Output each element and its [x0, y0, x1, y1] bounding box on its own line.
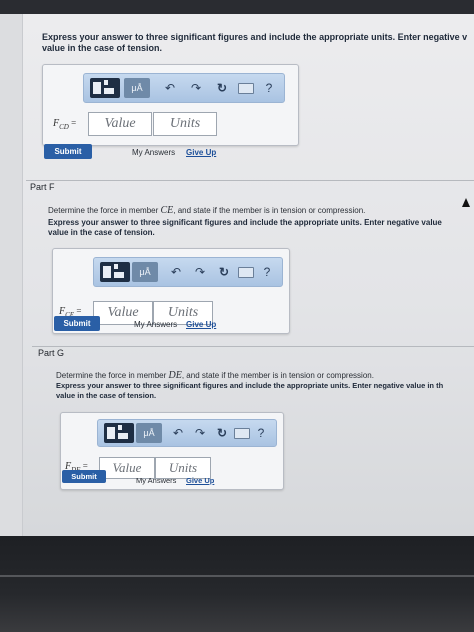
section-divider — [26, 180, 474, 181]
part-f-equation-toolbar: μÅ ↶ ↷ ↻ ? — [93, 257, 283, 287]
part-g-description: Determine the force in member DE, and st… — [56, 370, 374, 381]
mouse-cursor-icon — [462, 198, 470, 207]
part-e-give-up-link[interactable]: Give Up — [186, 148, 216, 157]
reset-icon[interactable]: ↻ — [216, 262, 232, 282]
keyboard-icon[interactable] — [238, 267, 254, 278]
keyboard-icon[interactable] — [238, 83, 254, 94]
part-g-submit-button[interactable]: Submit — [62, 470, 106, 483]
monitor-bezel-top — [0, 0, 474, 14]
undo-icon[interactable]: ↶ — [162, 78, 178, 98]
part-e-force-label: FCD = — [53, 118, 77, 131]
section-divider — [32, 346, 474, 347]
keyboard-icon[interactable] — [234, 428, 250, 439]
part-e-value-input[interactable]: Value — [88, 112, 152, 136]
redo-icon[interactable]: ↷ — [188, 78, 204, 98]
reset-icon[interactable]: ↻ — [214, 78, 230, 98]
browser-viewport: Express your answer to three significant… — [0, 14, 474, 536]
part-g-instructions-line1: Express your answer to three significant… — [56, 381, 444, 390]
part-f-title: Part F — [30, 182, 55, 192]
units-button[interactable]: μÅ — [132, 262, 158, 282]
part-f-my-answers-link[interactable]: My Answers — [134, 320, 177, 329]
part-g-instructions-line2: value in the case of tension. — [56, 391, 157, 400]
redo-icon[interactable]: ↷ — [192, 262, 208, 282]
left-sidebar-strip — [0, 14, 23, 536]
part-f-instructions-line2: value in the case of tension. — [48, 228, 155, 237]
part-f-instructions-line1: Express your answer to three significant… — [48, 218, 442, 227]
reset-icon[interactable]: ↻ — [214, 423, 230, 443]
part-f-instructions: Express your answer to three significant… — [48, 218, 474, 238]
part-f-give-up-link[interactable]: Give Up — [186, 320, 216, 329]
part-g-give-up-link[interactable]: Give Up — [186, 476, 214, 485]
part-e-instructions-line2: value in the case of tension. — [42, 43, 163, 53]
part-g-instructions: Express your answer to three significant… — [56, 381, 474, 401]
part-e-units-input[interactable]: Units — [153, 112, 217, 136]
part-e-submit-button[interactable]: Submit — [44, 144, 92, 159]
part-g-my-answers-link[interactable]: My Answers — [136, 476, 176, 485]
part-f-description: Determine the force in member CE, and st… — [48, 205, 366, 216]
units-button[interactable]: μÅ — [124, 78, 150, 98]
undo-icon[interactable]: ↶ — [168, 262, 184, 282]
templates-icon[interactable] — [90, 78, 120, 98]
templates-icon[interactable] — [104, 423, 134, 443]
monitor-edge — [0, 575, 474, 577]
part-e-my-answers-link[interactable]: My Answers — [132, 148, 175, 157]
part-g-title: Part G — [38, 348, 65, 358]
part-e-equation-toolbar: μÅ ↶ ↷ ↻ ? — [83, 73, 285, 103]
part-g-equation-toolbar: μÅ ↶ ↷ ↻ ? — [97, 419, 277, 447]
help-icon[interactable]: ? — [260, 262, 274, 282]
help-icon[interactable]: ? — [262, 78, 276, 98]
monitor-bezel-bottom — [0, 536, 474, 632]
part-e-instructions-line1: Express your answer to three significant… — [42, 32, 468, 42]
help-icon[interactable]: ? — [254, 423, 268, 443]
redo-icon[interactable]: ↷ — [192, 423, 208, 443]
part-f-submit-button[interactable]: Submit — [54, 316, 100, 331]
undo-icon[interactable]: ↶ — [170, 423, 186, 443]
part-e-answer-box: μÅ ↶ ↷ ↻ ? FCD = Value Units — [42, 64, 299, 146]
part-e-instructions: Express your answer to three significant… — [42, 32, 474, 54]
templates-icon[interactable] — [100, 262, 130, 282]
units-button[interactable]: μÅ — [136, 423, 162, 443]
